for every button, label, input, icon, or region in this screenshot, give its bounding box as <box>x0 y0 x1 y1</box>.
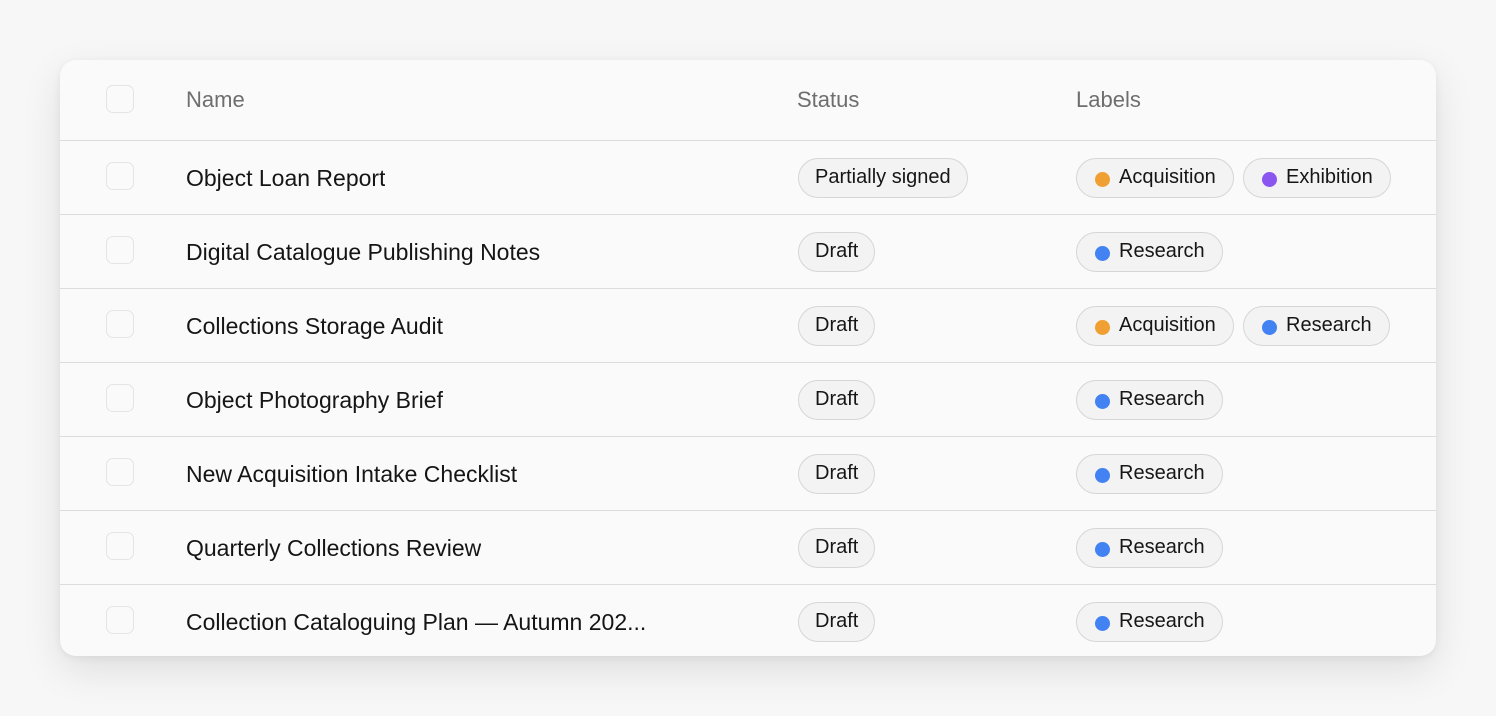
label-color-dot-icon <box>1095 171 1110 187</box>
row-checkbox[interactable] <box>106 532 134 560</box>
document-name[interactable]: Object Loan Report <box>186 163 385 193</box>
label-text: Research <box>1119 240 1205 262</box>
document-name[interactable]: Quarterly Collections Review <box>186 533 481 563</box>
label-text: Research <box>1119 388 1205 410</box>
row-checkbox[interactable] <box>106 606 134 634</box>
label-tag[interactable]: Research <box>1076 528 1223 568</box>
label-color-dot-icon <box>1262 319 1277 335</box>
row-checkbox[interactable] <box>106 458 134 486</box>
table-row[interactable]: New Acquisition Intake Checklist Draft Res… <box>60 436 1436 510</box>
label-text: Research <box>1119 536 1205 558</box>
document-name[interactable]: Digital Catalogue Publishing Notes <box>186 237 540 267</box>
label-tag[interactable]: Acquisition <box>1076 158 1234 198</box>
label-tag[interactable]: Research <box>1076 232 1223 272</box>
table-row[interactable]: Digital Catalogue Publishing Notes Draft R… <box>60 214 1436 288</box>
table-row[interactable]: Collections Storage Audit Draft Acquisitio… <box>60 288 1436 362</box>
select-all-checkbox[interactable] <box>106 85 134 113</box>
label-color-dot-icon <box>1095 541 1110 557</box>
document-name[interactable]: New Acquisition Intake Checklist <box>186 459 517 489</box>
label-text: Acquisition <box>1119 314 1216 336</box>
status-badge: Draft <box>798 528 876 568</box>
table-header: Name Status Labels <box>60 60 1436 140</box>
label-text: Research <box>1286 314 1372 336</box>
status-badge: Draft <box>798 306 876 346</box>
label-color-dot-icon <box>1095 319 1110 335</box>
column-header-name[interactable]: Name <box>186 86 245 114</box>
label-color-dot-icon <box>1095 467 1110 483</box>
column-header-labels[interactable]: Labels <box>1076 86 1141 114</box>
label-tag[interactable]: Acquisition <box>1076 306 1234 346</box>
table-row[interactable]: Collection Cataloguing Plan — Autumn 202… <box>60 584 1436 656</box>
column-header-status[interactable]: Status <box>797 86 859 114</box>
label-color-dot-icon <box>1262 171 1277 187</box>
label-tag[interactable]: Research <box>1243 306 1390 346</box>
status-badge: Draft <box>798 232 876 272</box>
status-badge: Partially signed <box>798 158 968 198</box>
row-checkbox[interactable] <box>106 236 134 264</box>
label-color-dot-icon <box>1095 615 1110 631</box>
label-text: Acquisition <box>1119 166 1216 188</box>
label-tag[interactable]: Research <box>1076 454 1223 494</box>
row-checkbox[interactable] <box>106 162 134 190</box>
table-row[interactable]: Object Loan Report Partially signed Acquis… <box>60 140 1436 214</box>
document-name[interactable]: Collection Cataloguing Plan — Autumn 202… <box>186 607 646 637</box>
row-checkbox[interactable] <box>106 384 134 412</box>
label-tag[interactable]: Research <box>1076 602 1223 642</box>
status-badge: Draft <box>798 380 876 420</box>
label-color-dot-icon <box>1095 393 1110 409</box>
document-name[interactable]: Object Photography Brief <box>186 385 443 415</box>
label-text: Exhibition <box>1286 166 1373 188</box>
table-row[interactable]: Quarterly Collections Review Draft Researc… <box>60 510 1436 584</box>
table-row[interactable]: Object Photography Brief Draft Research <box>60 362 1436 436</box>
label-tag[interactable]: Exhibition <box>1243 158 1391 198</box>
status-badge: Draft <box>798 602 876 642</box>
document-name[interactable]: Collections Storage Audit <box>186 311 443 341</box>
label-tag[interactable]: Research <box>1076 380 1223 420</box>
documents-table: Name Status Labels Object Loan Report Par… <box>60 60 1436 656</box>
label-text: Research <box>1119 610 1205 632</box>
row-checkbox[interactable] <box>106 310 134 338</box>
label-color-dot-icon <box>1095 245 1110 261</box>
label-text: Research <box>1119 462 1205 484</box>
status-badge: Draft <box>798 454 876 494</box>
